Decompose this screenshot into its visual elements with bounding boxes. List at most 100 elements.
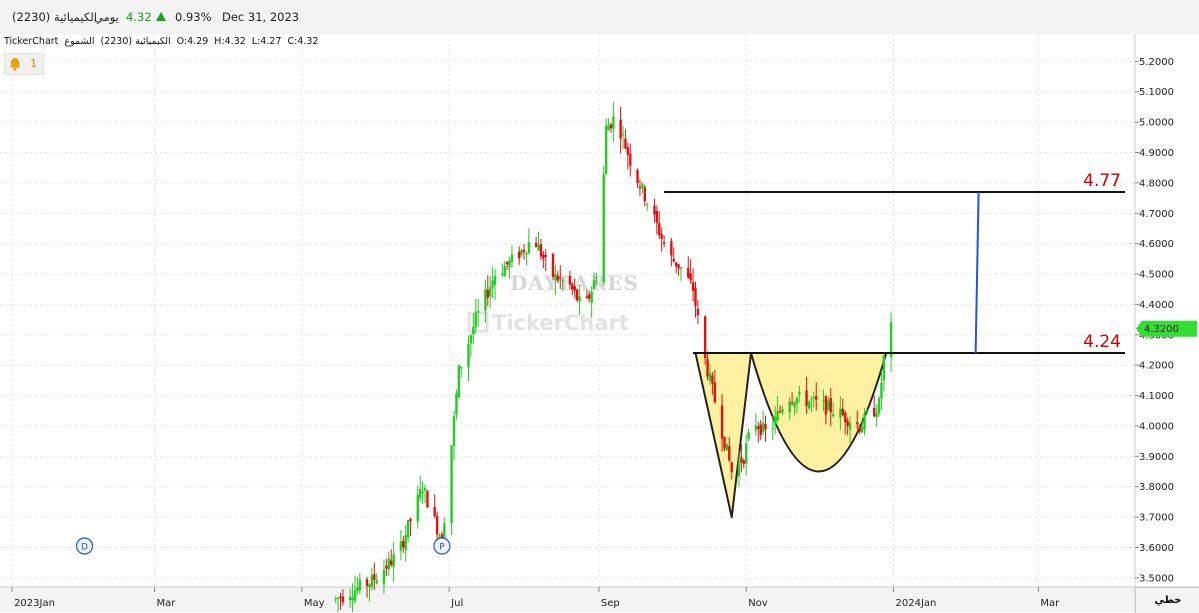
candle-body — [747, 432, 750, 440]
candle-body — [418, 488, 422, 498]
candle-body — [742, 460, 745, 464]
last-price: 4.32 — [126, 10, 152, 24]
candle-body — [520, 249, 523, 255]
candle-body — [392, 554, 395, 568]
candle-body — [711, 375, 714, 384]
candle-body — [865, 412, 869, 414]
period-label[interactable]: يومي — [94, 10, 119, 24]
candle-body — [474, 312, 477, 328]
candle-body — [670, 241, 673, 256]
candle-body — [385, 565, 388, 569]
y-tick-label: 4.4000 — [1139, 300, 1174, 311]
candle-body — [677, 264, 680, 269]
candle-body — [387, 558, 390, 570]
candle-body — [626, 147, 630, 155]
candle-body — [578, 295, 581, 302]
candle-body — [368, 584, 371, 588]
candle-body — [790, 402, 794, 404]
chart-style-toggle[interactable]: خطي — [1135, 587, 1199, 613]
candle-body — [621, 134, 625, 136]
candle-body — [455, 393, 458, 415]
candle-body — [872, 407, 876, 417]
candle-body — [537, 244, 540, 251]
candle-body — [348, 597, 352, 601]
candle — [426, 489, 429, 508]
candle-body — [725, 443, 729, 451]
x-tick-label: Jul — [450, 598, 463, 609]
candle-body — [875, 413, 878, 418]
candle-body — [457, 365, 461, 398]
candle-body — [643, 187, 646, 202]
candle-body — [493, 276, 497, 285]
y-tick-label: 3.7000 — [1139, 513, 1174, 524]
candle-body — [815, 396, 818, 400]
candle-body — [761, 422, 765, 433]
y-tick-label: 4.6000 — [1139, 239, 1174, 250]
candle-body — [829, 398, 832, 413]
candle-body — [365, 579, 369, 586]
candle-body — [568, 276, 572, 285]
candle-body — [795, 397, 799, 405]
candle-body — [433, 507, 436, 516]
candle-body — [559, 277, 562, 279]
candle-body — [539, 244, 543, 257]
candle-body — [778, 411, 782, 413]
candle — [602, 165, 605, 286]
candle-body — [452, 416, 456, 446]
candle-body — [421, 491, 424, 494]
candle-body — [863, 413, 866, 430]
ohlc-symbol: الكيميائية (2230) — [100, 36, 171, 47]
candle-body — [525, 252, 528, 254]
candle-body — [491, 280, 494, 288]
candle-body — [450, 445, 453, 524]
candle-body — [662, 242, 666, 244]
candle-body — [856, 422, 859, 425]
candle-body — [544, 255, 547, 257]
time-axis-panel — [0, 587, 1199, 612]
candle-body — [612, 116, 615, 129]
price-chart[interactable]: 3.5000 3.6000 3.7000 3.8000 3.9000 4.0000 4.10… — [0, 34, 1199, 612]
candle-body — [889, 322, 893, 358]
candle-body — [807, 401, 811, 409]
alerts-button[interactable]: 1 — [4, 53, 44, 75]
candle-body — [679, 267, 683, 269]
candle-body — [402, 540, 405, 548]
candle-body — [771, 428, 774, 430]
candle-body — [655, 210, 659, 223]
candle-body — [406, 519, 410, 538]
candle-body — [435, 515, 439, 535]
candle-body — [423, 487, 427, 491]
bell-icon — [9, 58, 21, 71]
candle-body — [339, 597, 342, 599]
low-value: L:4.27 — [251, 36, 282, 47]
candle-body — [674, 262, 678, 267]
candle-body — [489, 287, 492, 297]
y-tick-label: 3.8000 — [1139, 482, 1174, 493]
candle-body — [556, 275, 560, 281]
candle-body — [573, 286, 576, 291]
candle-body — [460, 366, 463, 369]
candle-body — [759, 424, 762, 436]
x-tick-label: May — [304, 598, 325, 609]
candle-body — [501, 273, 504, 275]
candle-body — [839, 408, 842, 418]
candle-body — [404, 535, 407, 551]
event-marker-label: P — [439, 543, 445, 553]
candle-body — [660, 234, 663, 239]
candle-body — [476, 310, 480, 313]
symbol-name[interactable]: الكيميائية (2230) — [12, 10, 97, 24]
candle-body — [382, 569, 386, 585]
candle — [450, 445, 453, 536]
candle-body — [810, 399, 813, 401]
candle-body — [641, 183, 644, 189]
x-tick-label: Mar — [1040, 598, 1060, 609]
candle-body — [373, 574, 376, 580]
candle-body — [636, 170, 639, 183]
candle-body — [575, 289, 579, 301]
candle — [877, 395, 881, 417]
candle — [703, 315, 707, 365]
x-tick-label: 2023Jan — [14, 598, 55, 609]
candle-body — [882, 355, 886, 381]
y-tick-label: 3.9000 — [1139, 452, 1174, 463]
candle-body — [592, 280, 596, 289]
